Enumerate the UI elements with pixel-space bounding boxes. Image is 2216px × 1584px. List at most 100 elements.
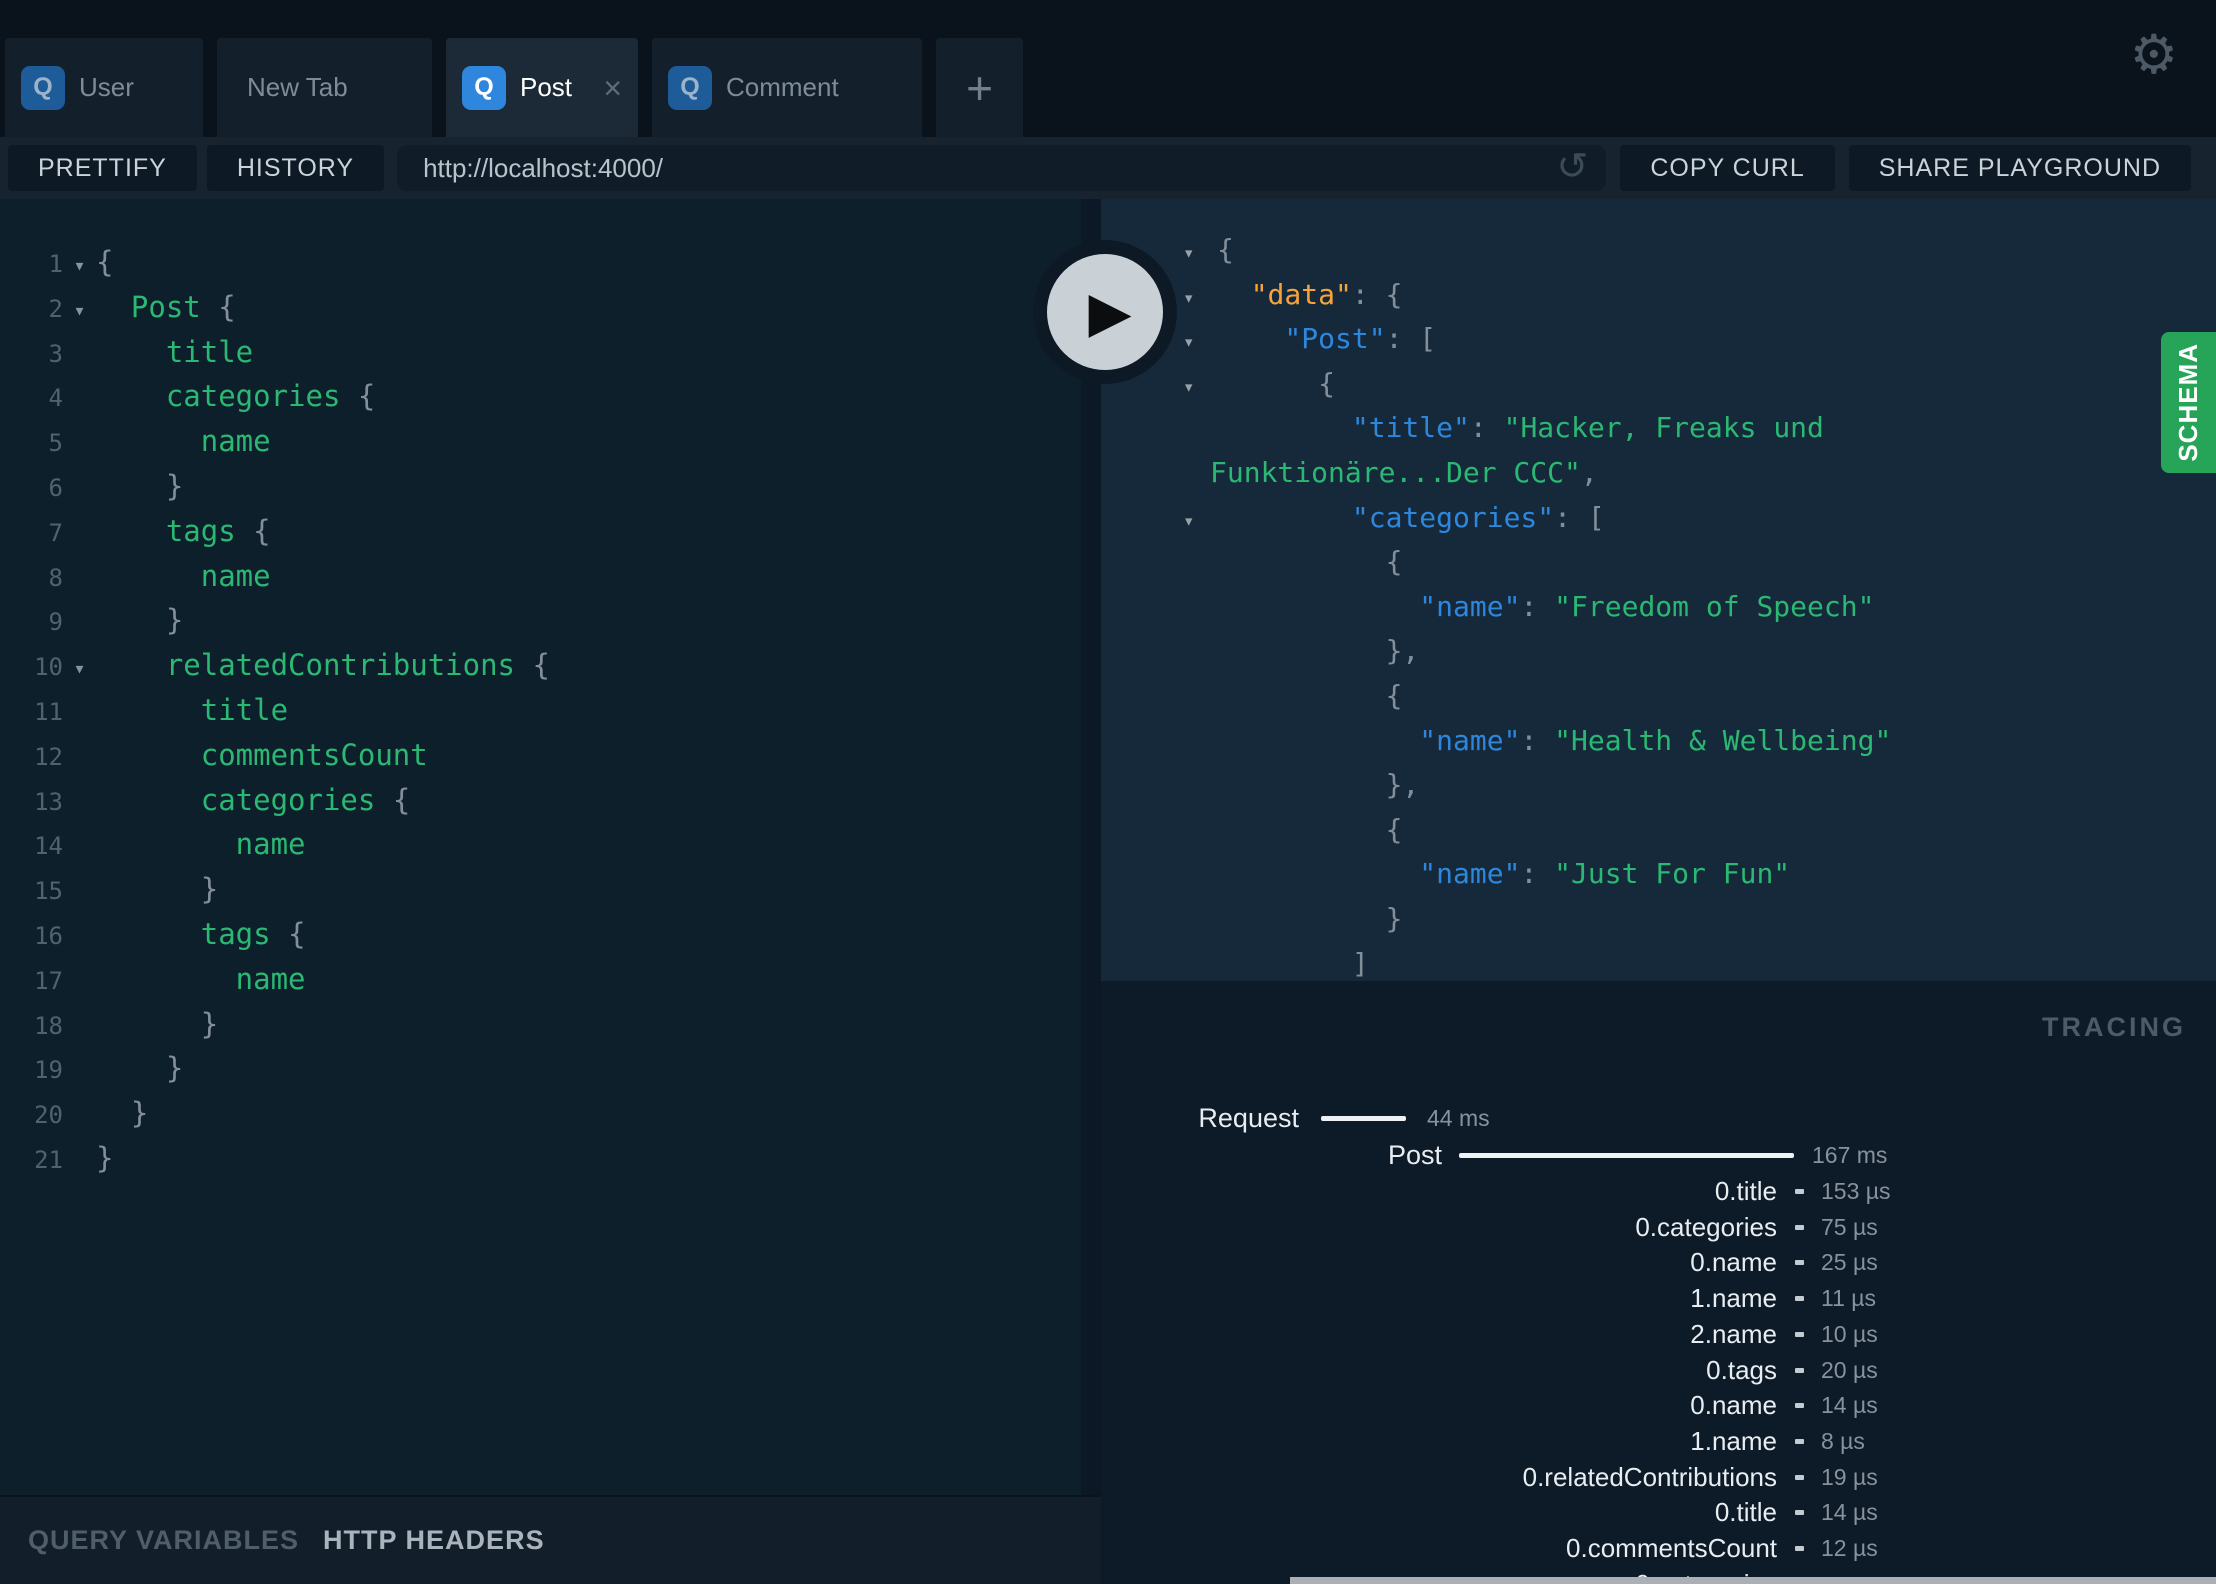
code-token: } (96, 1140, 114, 1175)
tracing-panel: TRACING Request 44 ms Post 167 ms 0.title 153… (1101, 981, 2216, 1584)
tracing-duration-bar (1795, 1260, 1804, 1266)
response-line: } (1101, 897, 2216, 942)
code-token: "title" (1351, 411, 1470, 445)
share-playground-button[interactable]: SHARE PLAYGROUND (1848, 145, 2191, 191)
response-line: ▾{ (1101, 228, 2216, 273)
tab-new-tab[interactable]: New Tab (217, 38, 432, 137)
tab-comment[interactable]: Q Comment (652, 38, 922, 137)
tracing-field-label: 2.name (1690, 1318, 1777, 1349)
tracing-title: TRACING (2042, 1012, 2186, 1042)
tracing-duration-value: 44 ms (1427, 1105, 1490, 1131)
tracing-duration-bar (1795, 1474, 1804, 1480)
response-code: }, (1217, 768, 1420, 801)
query-line: 8 name (0, 554, 1101, 599)
fold-arrow-icon[interactable]: ▾ (1101, 499, 1217, 544)
code-token: : (1520, 723, 1555, 757)
history-button[interactable]: HISTORY (206, 145, 385, 191)
tracing-field-label: 0.commentsCount (1566, 1533, 1777, 1563)
line-number: 7 (48, 518, 63, 547)
line-number: 8 (48, 563, 63, 592)
query-line: 20} (0, 1091, 1101, 1136)
query-variables-tab[interactable]: QUERY VARIABLES (28, 1525, 299, 1556)
tracing-duration-value: 10 µs (1821, 1320, 1878, 1347)
prettify-button[interactable]: PRETTIFY (8, 145, 197, 191)
code-token: { (532, 648, 550, 683)
code-token: { (392, 782, 411, 817)
response-code: ] (1217, 947, 1369, 980)
line-number: 11 (34, 697, 63, 726)
code-token: } (165, 603, 184, 638)
tracing-field-row: 2.name 10 µs (1101, 1317, 2216, 1351)
line-number: 12 (34, 742, 63, 771)
tab-post[interactable]: Q Post × (446, 38, 638, 137)
tracing-duration-bar (1795, 1510, 1804, 1516)
tracing-duration-value: 153 µs (1821, 1178, 1891, 1204)
code-token: } (1385, 901, 1403, 935)
graphql-playground-window: Q User New Tab Q Post × Q Comment + ⚙ PRETTIFY … (0, 0, 2216, 1584)
code-token: title (200, 692, 289, 727)
code-token: commentsCount (200, 737, 428, 772)
code-token: { (253, 513, 271, 548)
tracing-span-row: Request 44 ms (1101, 1101, 2216, 1135)
tracing-field-row: 0.commentsCount 12 µs (1101, 1531, 2216, 1565)
query-badge: Q (21, 65, 65, 110)
code-token: "Just For Fun" (1554, 857, 1791, 891)
response-line: }, (1101, 629, 2216, 674)
response-code: { (1217, 813, 1403, 846)
tracing-duration-value: 8 µs (1821, 1427, 1865, 1454)
code-token: ] (1351, 946, 1369, 980)
query-code: } (96, 872, 218, 906)
query-line: 14 name (0, 822, 1101, 867)
copy-curl-button[interactable]: COPY CURL (1620, 145, 1835, 191)
query-code: name (96, 962, 306, 996)
horizontal-scrollbar[interactable] (1290, 1577, 2216, 1584)
tracing-duration-bar (1795, 1331, 1804, 1337)
code-token: }, (1385, 634, 1420, 668)
tracing-duration-bar (1795, 1224, 1804, 1230)
line-number: 20 (34, 1101, 63, 1130)
tab-label: Post (520, 72, 573, 102)
tracing-field-row: 0.name 14 µs (1101, 1388, 2216, 1422)
pane-divider[interactable] (1081, 199, 1101, 1495)
line-number: 16 (34, 921, 63, 950)
execute-query-button[interactable]: ▶ (1033, 240, 1177, 384)
fold-arrow-icon[interactable]: ▾ (63, 243, 96, 288)
http-headers-tab[interactable]: HTTP HEADERS (323, 1525, 545, 1556)
schema-side-tab[interactable]: SCHEMA (2161, 332, 2216, 473)
schema-tab-label: SCHEMA (2173, 343, 2203, 462)
response-line: }, (1101, 763, 2216, 808)
code-token: title (165, 334, 254, 369)
tracing-field-label: 1.name (1690, 1283, 1777, 1314)
line-number: 9 (48, 608, 63, 637)
close-tab-icon[interactable]: × (603, 72, 622, 104)
tracing-duration-bar (1795, 1296, 1804, 1302)
tracing-span-row: Post 167 ms (1101, 1138, 2216, 1172)
line-number: 10 (34, 653, 63, 682)
settings-gear-icon[interactable]: ⚙ (2130, 28, 2178, 82)
code-token: , (1580, 455, 1598, 489)
fold-arrow-icon[interactable]: ▾ (63, 288, 96, 333)
tracing-duration-value: 25 µs (1821, 1249, 1878, 1276)
tab-bar: Q User New Tab Q Post × Q Comment + (0, 0, 2216, 137)
endpoint-url-input[interactable] (397, 152, 1607, 184)
query-line: 2 ▾ Post { (0, 285, 1101, 330)
tracing-duration-value: 12 µs (1821, 1535, 1878, 1561)
tracing-span-label: Request (1198, 1103, 1299, 1133)
tracing-duration-value: 75 µs (1821, 1213, 1878, 1240)
tab-user[interactable]: Q User (5, 38, 203, 137)
new-tab-button[interactable]: + (936, 38, 1023, 137)
query-code: } (96, 1096, 148, 1130)
query-editor[interactable]: 1 ▾{2 ▾ Post {3 title 4 categories {5 name 6} 7 ta… (0, 199, 1101, 1495)
fold-arrow-icon[interactable]: ▾ (63, 646, 96, 691)
code-token: } (165, 468, 184, 503)
tab-strip: Q User New Tab Q Post × Q Comment (5, 38, 936, 137)
code-token: { (357, 379, 376, 414)
code-token: Post (130, 289, 219, 324)
code-token: { (1385, 678, 1403, 712)
reload-schema-icon[interactable]: ↺ (1556, 148, 1588, 186)
response-code: "name": "Health & Wellbeing" (1217, 724, 1891, 757)
line-number: 21 (34, 1145, 63, 1174)
response-code: "data": { (1217, 278, 1403, 311)
tracing-field-label: 1.name (1690, 1425, 1777, 1456)
editor-bottom-bar: QUERY VARIABLES HTTP HEADERS (0, 1495, 1101, 1584)
